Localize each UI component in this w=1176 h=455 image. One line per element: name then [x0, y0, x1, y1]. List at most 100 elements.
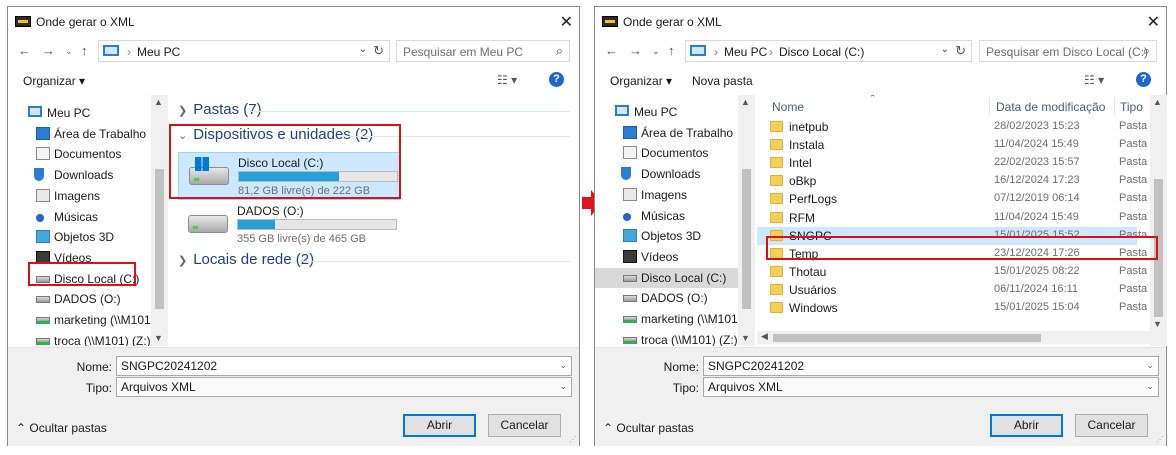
- sidebar-item[interactable]: Downloads: [8, 165, 154, 185]
- back-icon[interactable]: ←: [18, 43, 31, 58]
- scroll-left-icon[interactable]: ◀: [761, 331, 768, 342]
- sidebar-item[interactable]: Objetos 3D: [595, 226, 741, 246]
- search-input[interactable]: Pesquisar em Disco Local (C:): [986, 45, 1148, 59]
- sidebar-item[interactable]: Downloads: [595, 164, 741, 184]
- cancel-button[interactable]: Cancelar: [488, 414, 561, 437]
- chevron-down-icon[interactable]: ⌄: [359, 44, 367, 55]
- sidebar-item[interactable]: troca (\\M101) (Z:): [595, 330, 741, 346]
- sidebar-item[interactable]: DADOS (O:): [8, 289, 154, 309]
- open-button[interactable]: Abrir: [990, 414, 1063, 437]
- drive-o[interactable]: DADOS (O:) 355 GB livre(s) de 465 GB: [178, 201, 400, 249]
- chevron-down-icon[interactable]: ⌄: [559, 360, 567, 371]
- scroll-up-icon[interactable]: ▲: [741, 97, 750, 107]
- sidebar-item[interactable]: Meu PC: [595, 102, 741, 122]
- file-row[interactable]: PerfLogs 07/12/2019 06:14 Pasta de arquivo…: [757, 190, 1150, 208]
- cancel-button[interactable]: Cancelar: [1075, 414, 1148, 437]
- search-icon[interactable]: ⌕: [1143, 43, 1150, 59]
- sidebar-item[interactable]: Documentos: [595, 143, 741, 163]
- scroll-down-icon[interactable]: ▼: [154, 333, 163, 343]
- file-row[interactable]: Windows 15/01/2025 15:04 Pasta de arquivos: [757, 299, 1150, 317]
- scroll-down-icon[interactable]: ▼: [741, 333, 750, 343]
- scroll-up-icon[interactable]: ▲: [1153, 97, 1162, 107]
- recent-locations-icon[interactable]: ⌄: [652, 46, 660, 57]
- file-row[interactable]: RFM 11/04/2024 15:49 Pasta de arquivos: [757, 209, 1150, 227]
- nav-scrollbar[interactable]: ▲ ▼: [151, 95, 168, 346]
- sidebar-item[interactable]: Objetos 3D: [8, 227, 154, 247]
- breadcrumb[interactable]: Meu PC: [137, 45, 180, 59]
- sidebar-item[interactable]: Meu PC: [8, 103, 154, 123]
- help-icon[interactable]: ?: [549, 72, 564, 87]
- sidebar-item[interactable]: Vídeos: [595, 247, 741, 267]
- up-icon[interactable]: ↑: [81, 43, 88, 58]
- hide-folders-toggle[interactable]: ⌃ Ocultar pastas: [603, 421, 694, 435]
- column-divider[interactable]: [1114, 97, 1115, 115]
- group-network[interactable]: ❯ Locais de rede (2): [178, 251, 314, 268]
- address-bar[interactable]: › Meu PC ⌄ ↻: [98, 40, 390, 62]
- scroll-thumb[interactable]: [742, 169, 751, 309]
- column-modified[interactable]: Data de modificação: [996, 100, 1105, 114]
- organize-button[interactable]: Organizar ▾: [610, 74, 672, 88]
- view-options-icon[interactable]: ☷ ▾: [1084, 73, 1104, 87]
- address-bar[interactable]: › Meu PC › Disco Local (C:) ⌄ ↻: [685, 40, 972, 62]
- close-icon[interactable]: ✕: [560, 12, 573, 32]
- chevron-down-icon[interactable]: ⌄: [1146, 381, 1154, 392]
- sidebar-item[interactable]: Imagens: [595, 185, 741, 205]
- sidebar-item[interactable]: marketing (\\M101\dc: [595, 309, 754, 329]
- sidebar-item[interactable]: Documentos: [8, 144, 154, 164]
- sidebar-item[interactable]: marketing (\\M101\dc: [8, 310, 167, 330]
- filename-field[interactable]: SNGPC20241202 ⌄: [116, 356, 572, 376]
- forward-icon[interactable]: →: [42, 43, 55, 58]
- list-hscrollbar[interactable]: ◀: [757, 331, 1150, 344]
- breadcrumb-leaf[interactable]: Disco Local (C:): [779, 45, 864, 59]
- scroll-up-icon[interactable]: ▲: [154, 97, 163, 107]
- sidebar-item[interactable]: Disco Local (C:): [595, 267, 741, 288]
- sidebar-item[interactable]: Área de Trabalho: [8, 124, 154, 144]
- column-divider[interactable]: [989, 97, 990, 115]
- sidebar-item[interactable]: Músicas: [595, 206, 741, 226]
- file-row[interactable]: Intel 22/02/2023 15:57 Pasta de arquivos: [757, 154, 1150, 172]
- search-icon[interactable]: ⌕: [556, 43, 563, 59]
- back-icon[interactable]: ←: [605, 43, 618, 58]
- close-icon[interactable]: ✕: [1147, 12, 1160, 32]
- scroll-thumb[interactable]: [155, 169, 164, 309]
- file-type-select[interactable]: Arquivos XML ⌄: [116, 377, 572, 397]
- chevron-down-icon[interactable]: ⌄: [1146, 360, 1154, 371]
- nav-scrollbar[interactable]: ▲ ▼: [738, 95, 755, 346]
- up-icon[interactable]: ↑: [668, 43, 675, 58]
- filename-field[interactable]: SNGPC20241202 ⌄: [703, 356, 1159, 376]
- refresh-icon[interactable]: ↻: [373, 43, 384, 59]
- file-row[interactable]: oBkp 16/12/2024 17:23 Pasta de arquivos: [757, 172, 1150, 190]
- forward-icon[interactable]: →: [629, 43, 642, 58]
- sidebar-item[interactable]: DADOS (O:): [595, 288, 741, 308]
- hide-folders-toggle[interactable]: ⌃ Ocultar pastas: [16, 421, 107, 435]
- sidebar-item[interactable]: troca (\\M101) (Z:): [8, 331, 154, 346]
- column-type[interactable]: Tipo: [1120, 100, 1143, 114]
- file-type-select[interactable]: Arquivos XML ⌄: [703, 377, 1159, 397]
- search-input[interactable]: Pesquisar em Meu PC: [403, 45, 523, 59]
- recent-locations-icon[interactable]: ⌄: [65, 46, 73, 57]
- sidebar-item[interactable]: Área de Trabalho: [595, 123, 741, 143]
- organize-button[interactable]: Organizar ▾: [23, 74, 85, 88]
- sidebar-item[interactable]: Músicas: [8, 207, 154, 227]
- file-row[interactable]: Instala 11/04/2024 15:49 Pasta de arquivos: [757, 136, 1150, 154]
- new-folder-button[interactable]: Nova pasta: [692, 74, 753, 88]
- chevron-down-icon[interactable]: ⌄: [941, 44, 949, 55]
- file-row[interactable]: inetpub 28/02/2023 15:23 Pasta de arquivos: [757, 118, 1150, 136]
- hscroll-thumb[interactable]: [773, 334, 1041, 342]
- sidebar-item[interactable]: Imagens: [8, 186, 154, 206]
- resize-grip-icon[interactable]: ⋰: [1156, 435, 1164, 444]
- breadcrumb-root[interactable]: Meu PC: [724, 45, 767, 59]
- help-icon[interactable]: ?: [1136, 72, 1151, 87]
- refresh-icon[interactable]: ↻: [955, 43, 966, 59]
- resize-grip-icon[interactable]: ⋰: [569, 435, 577, 444]
- search-box[interactable]: Pesquisar em Meu PC ⌕: [396, 40, 570, 62]
- group-folders[interactable]: ❯ Pastas (7): [178, 101, 262, 118]
- scroll-down-icon[interactable]: ▼: [1153, 319, 1162, 329]
- chevron-down-icon[interactable]: ⌄: [559, 381, 567, 392]
- file-row[interactable]: Usuários 06/11/2024 16:11 Pasta de arquivo…: [757, 281, 1150, 299]
- open-button[interactable]: Abrir: [403, 414, 476, 437]
- search-box[interactable]: Pesquisar em Disco Local (C:) ⌕: [979, 40, 1157, 62]
- view-options-icon[interactable]: ☷ ▾: [497, 73, 517, 87]
- list-scrollbar[interactable]: ▲ ▼: [1150, 95, 1167, 346]
- column-name[interactable]: Nome: [772, 100, 804, 114]
